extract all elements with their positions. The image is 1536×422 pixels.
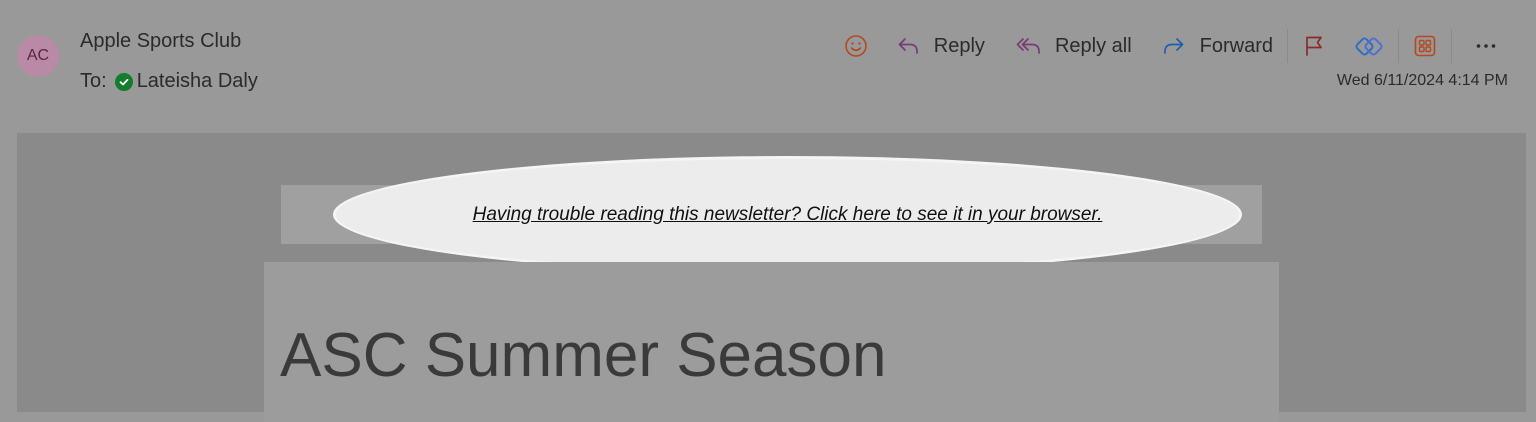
toolbar-divider (1287, 29, 1288, 63)
forward-icon (1163, 38, 1183, 54)
reply-label: Reply (933, 34, 985, 57)
message-toolbar: Reply Reply all Forward (834, 28, 1508, 64)
flag-button[interactable] (1292, 28, 1336, 64)
flag-icon (1306, 36, 1322, 56)
toolbar-divider (1451, 29, 1452, 63)
loop-icon (1355, 37, 1383, 56)
more-icon (1476, 44, 1496, 48)
forward-button[interactable]: Forward (1152, 28, 1283, 64)
sender-avatar[interactable]: AC (17, 35, 59, 77)
apps-button[interactable] (1403, 28, 1447, 64)
sender-name[interactable]: Apple Sports Club (80, 30, 241, 53)
newsletter-content: ASC Summer Season (264, 262, 1279, 422)
more-actions-button[interactable] (1464, 28, 1508, 64)
apps-icon (1414, 35, 1436, 57)
reply-all-button[interactable]: Reply all (1005, 28, 1142, 64)
loop-button[interactable] (1344, 28, 1394, 64)
recipient-line: To: Lateisha Daly (80, 70, 258, 93)
smiley-icon (844, 35, 867, 57)
view-in-browser-link[interactable]: Having trouble reading this newsletter? … (336, 159, 1239, 270)
toolbar-divider (1398, 29, 1399, 63)
message-body: Having trouble reading this newsletter? … (17, 133, 1526, 422)
reply-all-icon (1016, 38, 1040, 54)
to-label: To: (80, 70, 107, 92)
forward-label: Forward (1199, 34, 1273, 57)
reaction-button[interactable] (834, 28, 878, 64)
reply-all-label: Reply all (1054, 34, 1132, 57)
recipient-name[interactable]: Lateisha Daly (137, 70, 258, 93)
reply-icon (898, 38, 918, 54)
reply-button[interactable]: Reply (886, 28, 995, 64)
presence-available-icon (114, 72, 133, 91)
newsletter-headline: ASC Summer Season (280, 321, 887, 390)
message-date: Wed 6/11/2024 4:14 PM (1336, 72, 1508, 89)
